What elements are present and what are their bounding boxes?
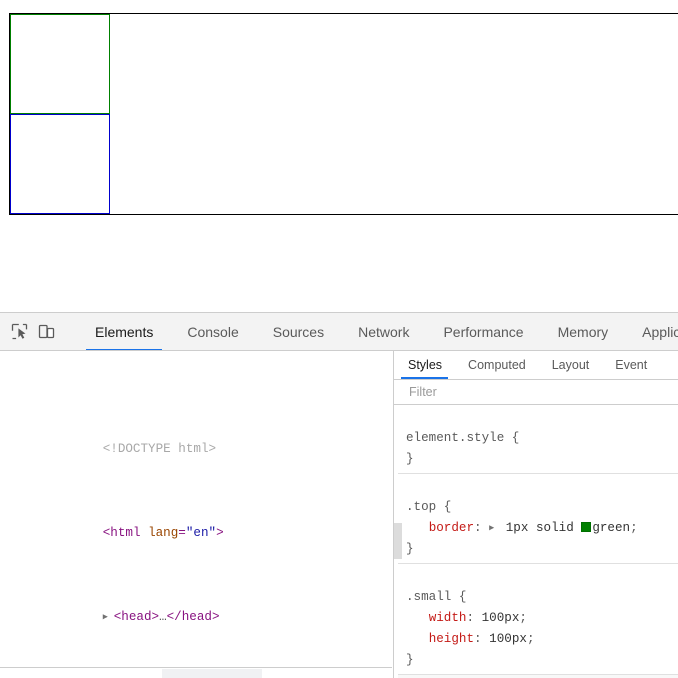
dom-line[interactable]: <html lang="en"> bbox=[0, 502, 393, 540]
tab-performance[interactable]: Performance bbox=[426, 313, 540, 350]
dom-tree-pane[interactable]: <!DOCTYPE html> <html lang="en"> ▶ <head>… bbox=[0, 351, 394, 678]
css-property-value[interactable]: 100px bbox=[482, 611, 520, 625]
css-property-value-prefix: 1px solid bbox=[505, 521, 582, 535]
tab-application[interactable]: Applic bbox=[625, 313, 678, 350]
css-color-keyword: green bbox=[592, 521, 631, 535]
expand-shorthand-triangle-icon[interactable]: ▶ bbox=[489, 518, 498, 539]
tab-computed[interactable]: Computed bbox=[455, 351, 539, 379]
tab-sources[interactable]: Sources bbox=[256, 313, 341, 350]
tab-elements-label: Elements bbox=[95, 323, 154, 340]
small-left-box bbox=[10, 14, 110, 114]
page-body bbox=[9, 13, 678, 215]
device-toolbar-icon[interactable] bbox=[37, 318, 56, 346]
page-viewport bbox=[0, 0, 678, 312]
tab-styles[interactable]: Styles bbox=[394, 351, 455, 379]
css-property-name[interactable]: border bbox=[429, 521, 474, 535]
tab-network[interactable]: Network bbox=[341, 313, 426, 350]
css-property-name[interactable]: height bbox=[429, 632, 474, 646]
styles-pane: Styles Computed Layout Event element.sty… bbox=[394, 351, 678, 678]
inspect-element-icon[interactable] bbox=[10, 318, 29, 346]
tab-console[interactable]: Console bbox=[170, 313, 255, 350]
tab-event-listeners[interactable]: Event bbox=[602, 351, 660, 379]
tab-layout[interactable]: Layout bbox=[539, 351, 603, 379]
css-rule-top[interactable]: .top { border: ▶ 1px solid green; } bbox=[398, 474, 678, 564]
devtools-window: Elements Console Sources Network Perform… bbox=[0, 0, 678, 678]
dom-tree: <!DOCTYPE html> <html lang="en"> ▶ <head>… bbox=[0, 351, 393, 678]
expand-triangle-right-icon[interactable]: ▶ bbox=[103, 607, 114, 628]
css-rules-list: element.style { } .top { border: ▶ 1px s… bbox=[394, 405, 678, 678]
scrollbar-thumb[interactable] bbox=[394, 523, 402, 559]
tab-sources-label: Sources bbox=[272, 323, 325, 340]
tab-performance-label: Performance bbox=[443, 323, 524, 340]
devtools-toolbar: Elements Console Sources Network Perform… bbox=[0, 313, 678, 351]
dom-line[interactable]: ▶ <head>…</head> bbox=[0, 586, 393, 624]
tab-elements[interactable]: Elements bbox=[78, 313, 170, 350]
tab-network-label: Network bbox=[358, 323, 410, 340]
dom-tree-horizontal-scrollbar[interactable] bbox=[0, 667, 392, 678]
tab-application-label: Applic bbox=[642, 323, 678, 340]
tab-console-label: Console bbox=[187, 323, 239, 340]
styles-vertical-scrollbar[interactable] bbox=[394, 405, 402, 678]
tab-memory-label: Memory bbox=[557, 323, 609, 340]
big-div-1 bbox=[9, 13, 678, 215]
styles-filter-input[interactable] bbox=[407, 384, 651, 400]
scrollbar-thumb[interactable] bbox=[162, 669, 262, 678]
tab-event-listeners-label: Event bbox=[615, 358, 648, 372]
css-selector[interactable]: .small bbox=[406, 590, 451, 604]
small-right-box bbox=[10, 114, 110, 214]
devtools-panel: Elements Console Sources Network Perform… bbox=[0, 312, 678, 678]
tab-memory[interactable]: Memory bbox=[541, 313, 626, 350]
devtools-panes: <!DOCTYPE html> <html lang="en"> ▶ <head>… bbox=[0, 351, 678, 678]
devtools-tab-bar: Elements Console Sources Network Perform… bbox=[78, 313, 678, 350]
css-rule-element-style[interactable]: element.style { } bbox=[398, 405, 678, 474]
css-rule-small[interactable]: .small { width: 100px; height: 100px; } bbox=[398, 564, 678, 675]
tab-styles-label: Styles bbox=[408, 358, 443, 372]
color-swatch-green-icon[interactable] bbox=[581, 522, 592, 532]
css-selector[interactable]: element.style bbox=[406, 431, 504, 445]
dom-line[interactable]: <!DOCTYPE html> bbox=[0, 418, 393, 456]
css-property-value[interactable]: 100px bbox=[489, 632, 527, 646]
styles-tab-bar: Styles Computed Layout Event bbox=[394, 351, 678, 380]
tab-layout-label: Layout bbox=[551, 358, 590, 372]
tab-computed-label: Computed bbox=[468, 358, 526, 372]
css-property-name[interactable]: width bbox=[429, 611, 467, 625]
dom-doctype: <!DOCTYPE html> bbox=[102, 442, 217, 456]
styles-filter-row[interactable] bbox=[394, 380, 678, 405]
css-selector[interactable]: .top bbox=[406, 500, 436, 514]
